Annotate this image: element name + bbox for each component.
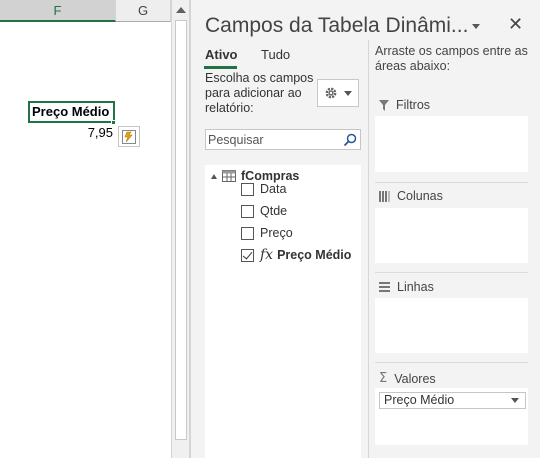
value-cell[interactable]: 7,95 bbox=[28, 124, 113, 142]
area-separator bbox=[375, 182, 528, 183]
area-separator bbox=[375, 362, 528, 363]
area-label-values: Σ Valores bbox=[379, 371, 436, 386]
sigma-icon: Σ bbox=[379, 371, 388, 386]
rows-drop-area[interactable] bbox=[375, 298, 528, 353]
fx-icon: fx bbox=[260, 247, 274, 263]
column-header-g[interactable]: G bbox=[116, 0, 171, 22]
area-label-columns: Colunas bbox=[379, 189, 443, 203]
field-label: Preço Médio bbox=[277, 248, 352, 262]
vertical-scrollbar[interactable] bbox=[171, 0, 190, 458]
field-item-preco[interactable]: Preço bbox=[241, 224, 293, 242]
selected-cell[interactable]: Preço Médio bbox=[28, 101, 115, 123]
field-label: Data bbox=[260, 182, 287, 196]
field-list: fCompras Data Qtde Preço fx Preço Médio bbox=[205, 165, 361, 458]
search-box[interactable] bbox=[205, 129, 361, 150]
field-item-qtde[interactable]: Qtde bbox=[241, 202, 287, 220]
field-item-preco-medio[interactable]: fx Preço Médio bbox=[241, 246, 351, 264]
field-checkbox[interactable] bbox=[241, 182, 254, 196]
quick-analysis-button[interactable] bbox=[118, 126, 140, 147]
values-drop-area[interactable]: Preço Médio bbox=[375, 388, 528, 445]
field-list-settings-button[interactable] bbox=[317, 79, 359, 107]
values-field-label: Preço Médio bbox=[384, 393, 455, 407]
quick-analysis-icon bbox=[122, 129, 136, 144]
column-header-f[interactable]: F bbox=[0, 0, 116, 22]
table-icon bbox=[222, 170, 236, 182]
area-title: Linhas bbox=[397, 280, 434, 294]
field-label: Preço bbox=[260, 226, 293, 240]
scrollbar-thumb[interactable] bbox=[175, 20, 187, 440]
filters-drop-area[interactable] bbox=[375, 116, 528, 172]
field-checkbox[interactable] bbox=[241, 204, 254, 218]
area-separator bbox=[375, 272, 528, 273]
columns-drop-area[interactable] bbox=[375, 208, 528, 263]
area-title: Filtros bbox=[396, 98, 431, 112]
scroll-up-arrow-icon[interactable] bbox=[176, 7, 186, 13]
filter-icon bbox=[379, 99, 389, 111]
field-item-data[interactable]: Data bbox=[241, 180, 286, 198]
close-icon[interactable]: ✕ bbox=[508, 14, 523, 35]
gear-icon bbox=[325, 87, 337, 99]
pivot-fields-pane: Campos da Tabela Dinâmi... ✕ Ativo Tudo … bbox=[190, 0, 540, 458]
active-tab-indicator bbox=[204, 66, 237, 69]
field-label: Qtde bbox=[260, 204, 288, 218]
pane-divider[interactable] bbox=[368, 40, 369, 458]
selected-cell-text: Preço Médio bbox=[32, 104, 110, 119]
choose-fields-label: Escolha os campos para adicionar ao rela… bbox=[205, 71, 314, 115]
search-icon[interactable] bbox=[343, 133, 357, 147]
drag-fields-label: Arraste os campos entre as áreas abaixo: bbox=[375, 44, 528, 73]
worksheet[interactable]: F G Preço Médio 7,95 bbox=[0, 0, 171, 458]
values-field-item[interactable]: Preço Médio bbox=[379, 392, 526, 409]
area-label-rows: Linhas bbox=[379, 280, 434, 294]
tab-all[interactable]: Tudo bbox=[261, 47, 290, 62]
chevron-down-icon bbox=[344, 90, 352, 96]
area-title: Valores bbox=[394, 371, 436, 386]
search-input[interactable] bbox=[206, 130, 336, 149]
columns-icon bbox=[379, 190, 390, 202]
area-label-filters: Filtros bbox=[379, 98, 430, 112]
tab-active[interactable]: Ativo bbox=[205, 47, 238, 62]
field-checkbox-checked[interactable] bbox=[241, 248, 254, 262]
rows-icon bbox=[379, 282, 390, 292]
area-title: Colunas bbox=[397, 189, 443, 203]
chevron-down-icon[interactable] bbox=[511, 398, 519, 403]
pane-title: Campos da Tabela Dinâmi... bbox=[205, 14, 469, 37]
field-checkbox[interactable] bbox=[241, 226, 254, 240]
collapse-triangle-icon[interactable] bbox=[211, 173, 217, 179]
pane-options-chevron-down-icon[interactable] bbox=[472, 24, 480, 29]
